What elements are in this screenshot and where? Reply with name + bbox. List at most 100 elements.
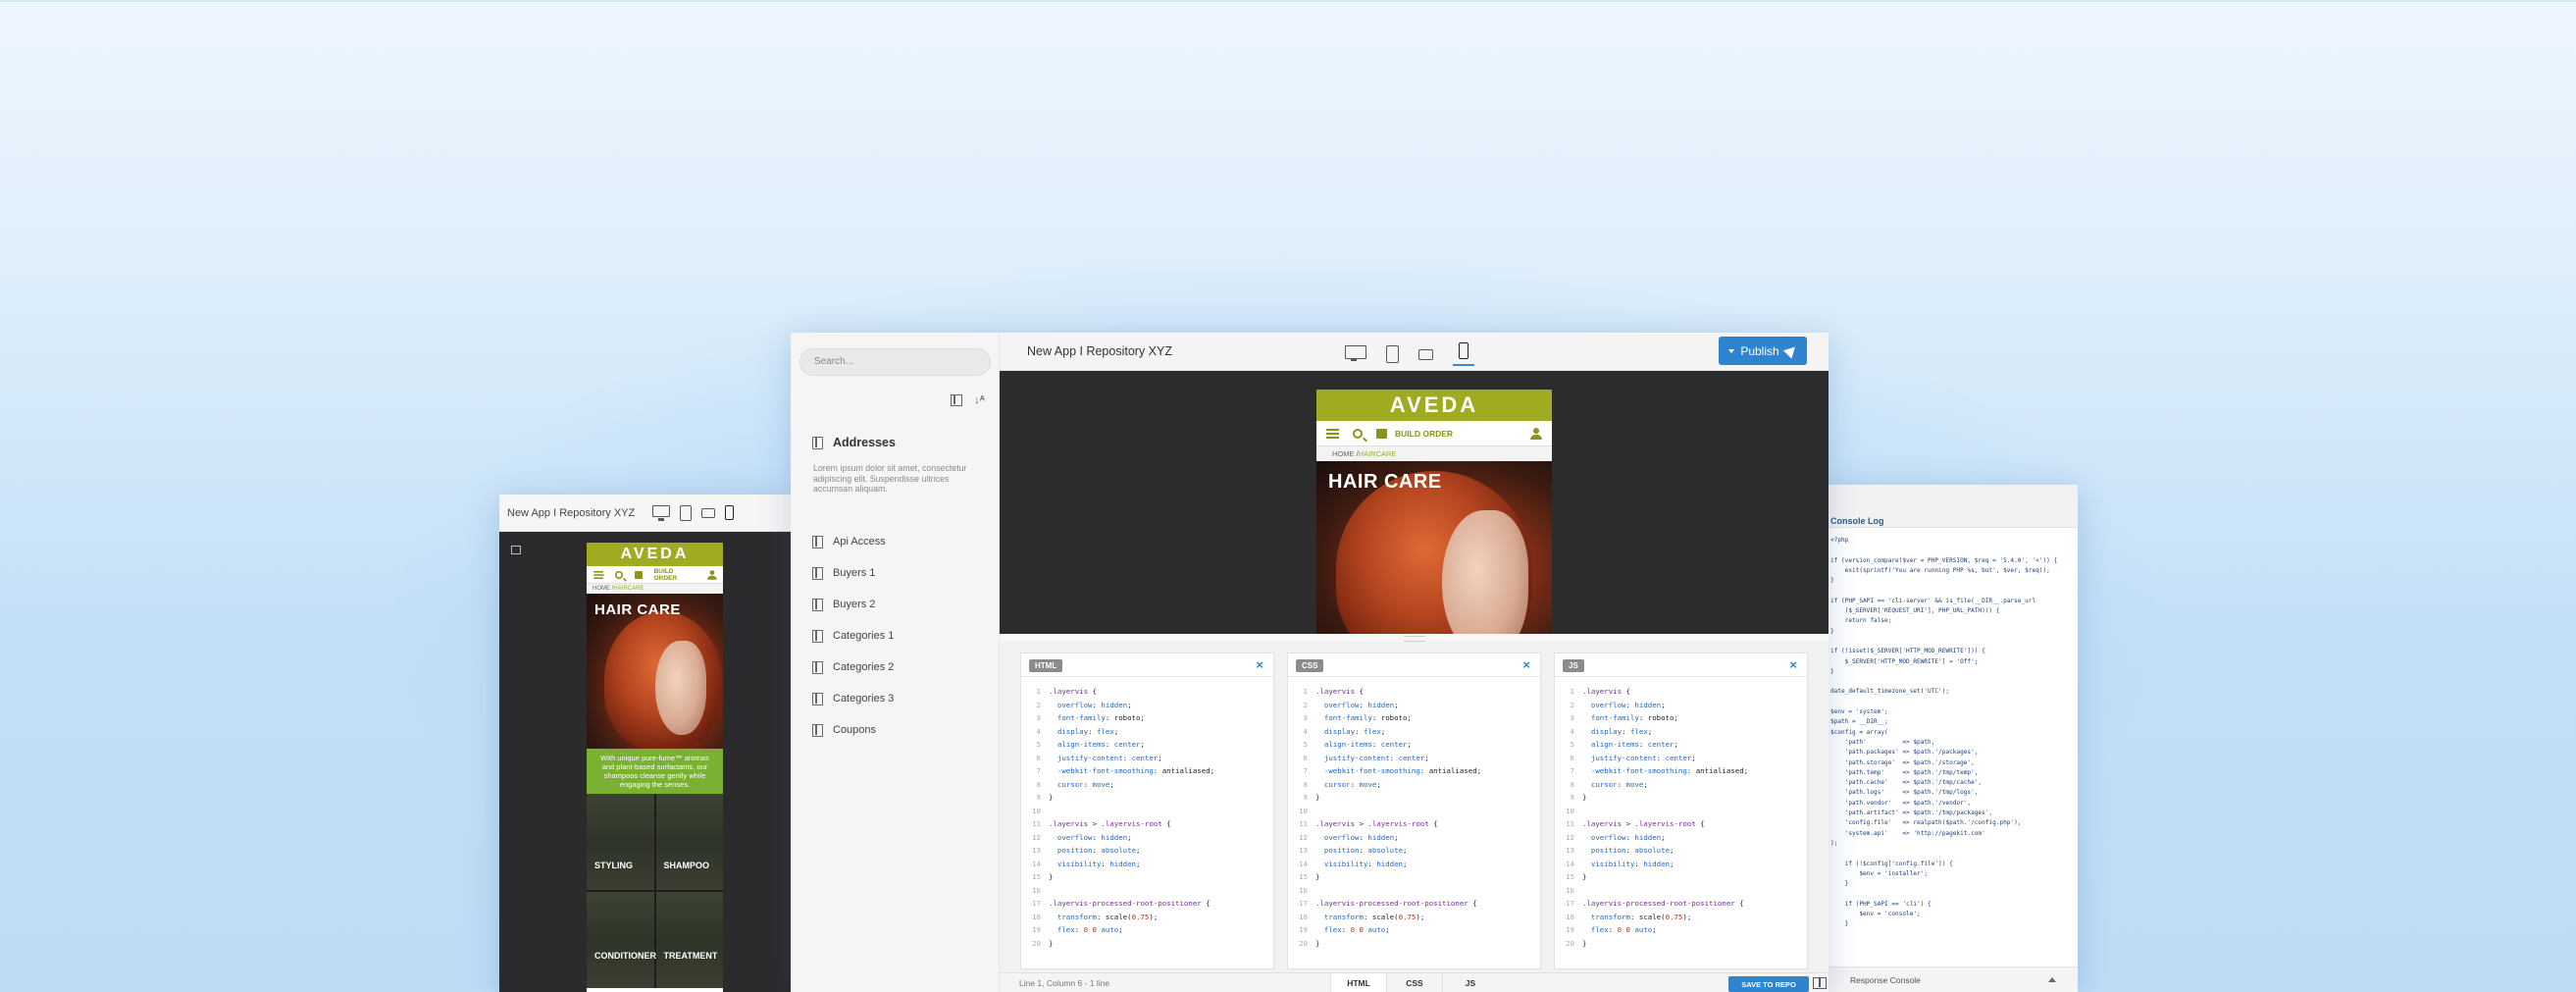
hero-title: HAIR CARE [1328,471,1442,493]
chevron-up-icon[interactable] [2048,977,2056,982]
hero-image: HAIR CARE [1316,461,1552,634]
breadcrumb-home[interactable]: HOME / [1332,449,1359,458]
user-icon[interactable] [706,569,717,580]
promo-text: With unique pure-fume™ aromas and plant-… [587,749,723,794]
bag-icon [635,570,644,579]
sidebar-item-api-access[interactable]: Api Access [812,526,894,557]
user-icon[interactable] [1530,427,1542,440]
repository-sidebar: Search... ↓ᴬ Addresses Lorem ipsum dolor… [791,333,1000,992]
sidebar-item-categories-3[interactable]: Categories 3 [812,683,894,714]
tablet-landscape-icon[interactable] [1418,348,1433,360]
console-code: <?php if (version_compare($ver = PHP_VER… [1830,537,2058,928]
left-window-sidebar [499,532,558,992]
status-tab-css[interactable]: CSS [1386,973,1442,992]
editor-header: HTML × [1021,653,1273,677]
publish-button[interactable]: Publish [1719,337,1807,365]
breadcrumb: HOME /HAIRCARE [587,584,723,594]
desktop-icon[interactable] [652,504,671,521]
editor-js[interactable]: JS × 1 2 3 4 5 6 7 8 9 10 11 12 13 14 15… [1554,653,1808,969]
panel-icon[interactable] [951,394,963,406]
category-tiles: STYLING SHAMPOO CONDITIONER TREATMENT [587,794,723,988]
breadcrumb-current: HAIRCARE [1358,449,1397,458]
tile-shampoo[interactable]: SHAMPOO [655,794,723,890]
editor-html[interactable]: HTML × 1 2 3 4 5 6 7 8 9 10 11 12 13 14 … [1020,653,1274,969]
code-area[interactable]: 1 2 3 4 5 6 7 8 9 10 11 12 13 14 15 16 1… [1555,677,1807,950]
editor-tab-css: CSS [1296,659,1324,672]
sidebar-item-categories-1[interactable]: Categories 1 [812,620,894,652]
left-window-title: New App I Repository XYZ [507,506,636,519]
left-preview-window: New App I Repository XYZ AVEDA BUILD ORD… [499,495,791,992]
book-icon [812,629,823,643]
response-console-label: Response Console [1850,974,1921,985]
site-nav: BUILD ORDER [587,566,723,584]
main-builder-window: Search... ↓ᴬ Addresses Lorem ipsum dolor… [791,333,1829,992]
close-icon[interactable]: × [1256,657,1263,672]
breadcrumb-current: HAIRCARE [613,586,644,592]
cursor-position: Line 1, Column 6 - 1 line [1019,978,1110,988]
sidebar-tools: ↓ᴬ [951,394,985,406]
editor-header: JS × [1555,653,1807,677]
site-preview-main: AVEDA BUILD ORDER HOME /HAIRCARE HAIR CA… [1316,390,1552,634]
response-console-bar[interactable]: Response Console [1823,966,2078,992]
panel-toggle-icon[interactable] [511,546,521,554]
tile-treatment[interactable]: TREATMENT [655,892,723,988]
phone-icon[interactable] [725,504,735,520]
book-icon [812,598,823,611]
sidebar-item-buyers-2[interactable]: Buyers 2 [812,589,894,620]
breadcrumb-home[interactable]: HOME / [592,586,613,592]
close-icon[interactable]: × [1522,657,1530,672]
close-icon[interactable]: × [1789,657,1797,672]
tablet-icon[interactable] [1386,345,1399,363]
device-switcher [1345,342,1474,366]
bag-icon [1376,428,1387,439]
build-order-link[interactable]: BUILD ORDER [1395,429,1453,439]
hero-image: HAIR CARE [587,594,723,749]
sort-icon[interactable]: ↓ᴬ [974,394,985,406]
search-input[interactable]: Search... [799,348,991,376]
book-icon [812,660,823,674]
site-nav: BUILD ORDER [1316,421,1552,446]
left-window-toolbar: New App I Repository XYZ [499,495,791,532]
menu-icon[interactable] [1326,428,1339,439]
top-border [0,0,2576,2]
sidebar-item-coupons[interactable]: Coupons [812,714,894,746]
code-editors: HTML × 1 2 3 4 5 6 7 8 9 10 11 12 13 14 … [1000,642,1829,992]
status-tab-js[interactable]: JS [1442,973,1498,992]
editor-header: CSS × [1288,653,1540,677]
console-window: Console Log <?php if (version_compare($v… [1823,485,2078,992]
build-order-link[interactable]: BUILD ORDER [654,568,696,582]
hero-title: HAIR CARE [594,601,681,618]
sidebar-item-buyers-1[interactable]: Buyers 1 [812,557,894,589]
resize-handle[interactable] [1000,634,1829,642]
caret-down-icon [1728,348,1735,353]
status-bar: Line 1, Column 6 - 1 line HTML CSS JS SA… [1000,972,1829,992]
editor-tab-html: HTML [1029,659,1063,672]
tablet-icon[interactable] [680,504,693,521]
split-view-icon[interactable] [1813,977,1827,989]
repository-list: Api Access Buyers 1 Buyers 2 Categories … [812,526,894,746]
search-icon[interactable] [1353,428,1363,439]
phone-device-tab[interactable] [1453,342,1474,366]
editor-tab-js: JS [1563,659,1584,672]
tile-conditioner[interactable]: CONDITIONER [587,892,656,988]
code-area[interactable]: 1 2 3 4 5 6 7 8 9 10 11 12 13 14 15 16 1… [1288,677,1540,950]
book-icon [812,566,823,580]
sidebar-item-categories-2[interactable]: Categories 2 [812,652,894,683]
desktop-icon[interactable] [1345,345,1366,361]
book-icon [812,723,823,737]
save-to-repo-button[interactable]: SAVE TO REPO [1728,976,1809,992]
book-icon [812,437,823,450]
book-icon [812,535,823,548]
face-shape [1442,510,1528,634]
code-area[interactable]: 1 2 3 4 5 6 7 8 9 10 11 12 13 14 15 16 1… [1021,677,1273,950]
search-icon[interactable] [615,570,624,579]
status-tab-html[interactable]: HTML [1330,973,1386,992]
book-icon [812,692,823,705]
phone-icon[interactable] [1459,342,1468,359]
tablet-landscape-icon[interactable] [701,507,716,518]
publish-label: Publish [1740,343,1779,358]
editor-css[interactable]: CSS × 1 2 3 4 5 6 7 8 9 10 11 12 13 14 1… [1287,653,1541,969]
menu-icon[interactable] [593,570,604,579]
tile-styling[interactable]: STYLING [587,794,654,890]
section-title: Addresses [812,436,896,450]
